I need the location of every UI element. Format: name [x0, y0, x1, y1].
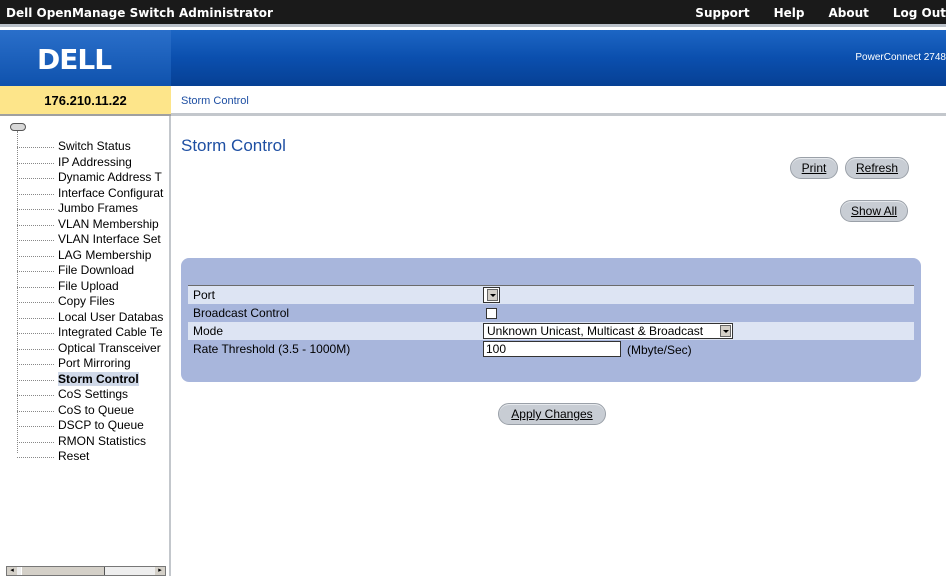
- mode-label: Mode: [193, 324, 224, 338]
- chevron-down-icon[interactable]: [720, 325, 731, 337]
- sidebar-horizontal-scrollbar[interactable]: ◂ ▸: [6, 566, 166, 576]
- print-button[interactable]: Print: [790, 157, 838, 179]
- rate-threshold-label: Rate Threshold (3.5 - 1000M): [193, 342, 351, 356]
- refresh-button[interactable]: Refresh: [845, 157, 909, 179]
- top-links: Support Help About Log Out: [671, 6, 946, 20]
- mode-row: Mode Unknown Unicast, Multicast & Broadc…: [188, 322, 914, 340]
- sidebar-tree: Switch Status IP Addressing Dynamic Addr…: [0, 116, 171, 576]
- tree-item-switch-status[interactable]: Switch Status: [0, 139, 163, 155]
- apply-changes-button[interactable]: Apply Changes: [498, 403, 606, 425]
- device-ip: 176.210.11.22: [44, 93, 127, 108]
- tree-root-icon[interactable]: [10, 123, 26, 131]
- tree-item-reset[interactable]: Reset: [0, 449, 163, 465]
- tree-item-local-user-db[interactable]: Local User Databas: [0, 310, 163, 326]
- tree-item-jumbo-frames[interactable]: Jumbo Frames: [0, 201, 163, 217]
- app-title: Dell OpenManage Switch Administrator: [6, 6, 273, 20]
- tree-item-integrated-cable[interactable]: Integrated Cable Te: [0, 325, 163, 341]
- tree-item-storm-control[interactable]: Storm Control: [0, 371, 163, 388]
- device-ip-box: 176.210.11.22: [0, 86, 171, 116]
- rate-threshold-input[interactable]: 100: [483, 341, 621, 357]
- tree-item-optical-transceiver[interactable]: Optical Transceiver: [0, 341, 163, 357]
- tree-item-copy-files[interactable]: Copy Files: [0, 294, 163, 310]
- rate-unit-label: (Mbyte/Sec): [627, 343, 692, 357]
- mode-select-value: Unknown Unicast, Multicast & Broadcast: [487, 324, 704, 338]
- broadcast-control-label: Broadcast Control: [193, 306, 290, 320]
- tree-item-rmon-statistics[interactable]: RMON Statistics: [0, 434, 163, 450]
- tree-item-cos-settings[interactable]: CoS Settings: [0, 387, 163, 403]
- scroll-left-icon[interactable]: ◂: [7, 567, 17, 575]
- tree-list: Switch Status IP Addressing Dynamic Addr…: [0, 139, 163, 465]
- tree-item-dscp-to-queue[interactable]: DSCP to Queue: [0, 418, 163, 434]
- tree-item-cos-to-queue[interactable]: CoS to Queue: [0, 403, 163, 419]
- logo-area: DELL: [0, 30, 171, 86]
- tree-item-interface-config[interactable]: Interface Configurat: [0, 186, 163, 202]
- broadcast-control-row: Broadcast Control: [188, 304, 914, 322]
- logout-link[interactable]: Log Out: [893, 6, 946, 20]
- dell-logo: DELL: [37, 43, 112, 76]
- rate-threshold-row: Rate Threshold (3.5 - 1000M) 100 (Mbyte/…: [188, 340, 914, 358]
- storm-control-form: Port Broadcast Control Mode Unknown Unic…: [181, 258, 921, 382]
- broadcast-control-checkbox[interactable]: [486, 308, 497, 319]
- breadcrumb: Storm Control: [171, 86, 946, 116]
- tree-item-vlan-membership[interactable]: VLAN Membership: [0, 217, 163, 233]
- port-label: Port: [193, 288, 216, 302]
- scroll-thumb[interactable]: [21, 567, 105, 575]
- port-select[interactable]: [483, 287, 500, 303]
- page-title: Storm Control: [181, 136, 286, 155]
- show-all-button[interactable]: Show All: [840, 200, 908, 222]
- tree-item-ip-addressing[interactable]: IP Addressing: [0, 155, 163, 171]
- banner: DELL PowerConnect 2748: [0, 30, 946, 86]
- top-bar: Dell OpenManage Switch Administrator Sup…: [0, 0, 946, 27]
- mode-select[interactable]: Unknown Unicast, Multicast & Broadcast: [483, 323, 733, 339]
- port-row: Port: [188, 286, 914, 304]
- chevron-down-icon[interactable]: [487, 289, 498, 301]
- support-link[interactable]: Support: [695, 6, 749, 20]
- tree-item-file-download[interactable]: File Download: [0, 263, 163, 279]
- scroll-right-icon[interactable]: ▸: [155, 567, 165, 575]
- about-link[interactable]: About: [828, 6, 868, 20]
- tree-item-vlan-interface[interactable]: VLAN Interface Set: [0, 232, 163, 248]
- breadcrumb-label[interactable]: Storm Control: [181, 95, 249, 107]
- tree-item-dynamic-address[interactable]: Dynamic Address T: [0, 170, 163, 186]
- tree-item-lag-membership[interactable]: LAG Membership: [0, 248, 163, 264]
- help-link[interactable]: Help: [774, 6, 805, 20]
- tree-item-port-mirroring[interactable]: Port Mirroring: [0, 356, 163, 372]
- tree-item-file-upload[interactable]: File Upload: [0, 279, 163, 295]
- product-name: PowerConnect 2748: [855, 52, 946, 63]
